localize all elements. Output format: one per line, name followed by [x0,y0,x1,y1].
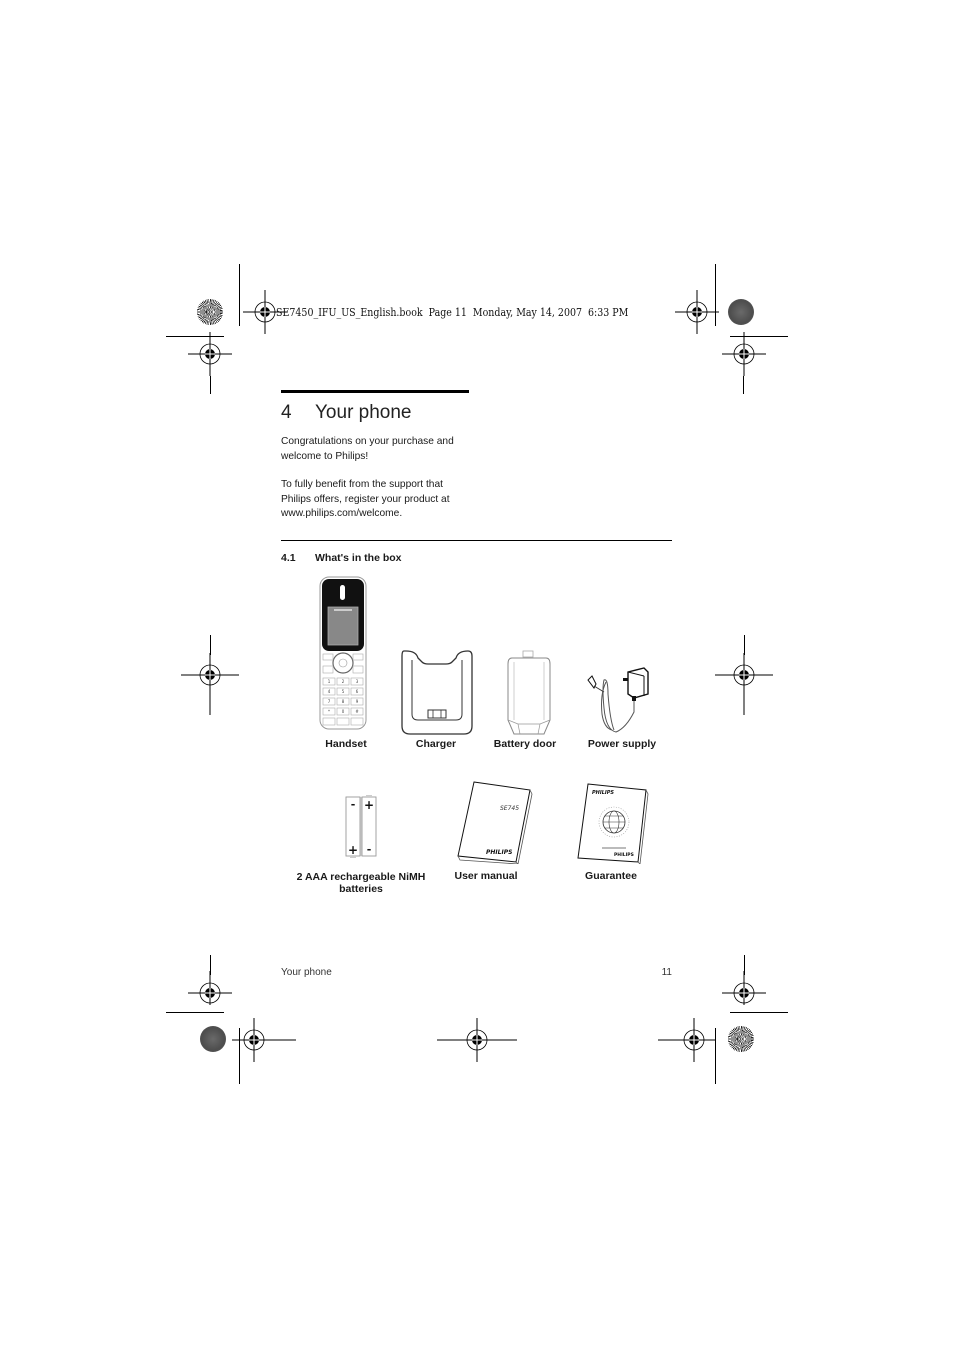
registration-mark-icon [188,332,232,376]
power-supply-illustration [587,667,649,733]
registration-mark-icon [715,653,773,715]
svg-text:3: 3 [356,679,359,684]
registration-mark-icon [232,1018,296,1062]
svg-text:-: - [351,798,356,811]
crop-line [743,376,744,394]
svg-text:0: 0 [342,709,345,714]
registration-mark-icon [722,971,766,1005]
crop-line [239,264,240,326]
battery-door-illustration [507,650,551,735]
svg-text:+: + [364,798,374,812]
item-caption-batteries: 2 AAA rechargeable NiMH batteries [281,871,441,895]
item-caption-guarantee: Guarantee [585,870,637,882]
color-bar-disc-icon [728,299,754,325]
item-caption-user-manual: User manual [454,870,518,882]
svg-text:PHILIPS: PHILIPS [592,790,614,796]
crop-line [715,1028,716,1084]
chapter-number: 4 [281,402,292,423]
crop-line [210,376,211,394]
crop-line [730,1012,788,1013]
svg-text:7: 7 [328,699,331,704]
registration-mark-icon [437,1018,517,1062]
chapter-title: Your phone [315,402,412,423]
section-number: 4.1 [281,552,296,564]
color-bar-disc-icon [197,299,223,325]
svg-text:5: 5 [342,689,345,694]
guarantee-illustration: PHILIPS PHILIPS [577,783,649,864]
section-title: What's in the box [315,552,402,564]
registration-mark-icon [675,290,719,334]
footer-section-name: Your phone [281,967,332,978]
item-caption-battery-door: Battery door [493,738,557,750]
registration-mark-icon [722,332,766,376]
caption-line: 2 AAA rechargeable NiMH [296,871,426,883]
svg-text:8: 8 [342,699,345,704]
svg-text:6: 6 [356,689,359,694]
crop-line [166,1012,224,1013]
svg-text:1: 1 [328,679,331,684]
crop-line [744,635,745,655]
svg-text:4: 4 [328,689,331,694]
svg-text:-: - [367,843,372,856]
footer-page-number: 11 [661,967,672,978]
caption-line: batteries [339,883,383,895]
text-line: To fully benefit from the support that [281,479,443,490]
registration-mark-icon [181,653,239,715]
text-line: Congratulations on your purchase and [281,436,454,447]
charger-illustration [401,650,473,735]
svg-text:*: * [328,709,330,714]
text-line: Philips offers, register your product at [281,493,450,505]
svg-text:+: + [348,843,358,857]
registration-mark-icon [188,971,232,1005]
item-caption-handset: Handset [325,738,367,750]
chapter-rule [281,390,469,393]
user-manual-illustration: SE745 PHILIPS [457,781,533,864]
print-header: SE7450_IFU_US_English.book Page 11 Monda… [276,306,629,319]
intro-paragraph-1: Congratulations on your purchase and wel… [281,435,481,464]
manual-cover-text: SE745 [500,805,519,812]
handset-illustration: 123 456 789 * 0 # [319,576,367,730]
section-rule [281,540,672,541]
item-caption-power-supply: Power supply [587,738,657,750]
color-bar-disc-icon [200,1026,226,1052]
color-bar-disc-icon [728,1026,754,1052]
chapter-heading: 4 Your phone [281,402,412,424]
item-caption-charger: Charger [415,738,457,750]
svg-text:2: 2 [342,679,345,684]
svg-text:PHILIPS: PHILIPS [614,852,634,858]
section-heading: 4.1 What's in the box [281,552,402,564]
registration-mark-icon [658,1018,716,1062]
svg-text:9: 9 [356,699,359,704]
welcome-link[interactable]: www.philips.com/welcome. [281,507,481,522]
intro-paragraph-2: To fully benefit from the support that P… [281,478,481,522]
text-line: welcome to Philips! [281,450,369,462]
batteries-illustration: - + + - [345,795,377,858]
crop-line [210,635,211,655]
manual-brand: PHILIPS [486,849,512,856]
